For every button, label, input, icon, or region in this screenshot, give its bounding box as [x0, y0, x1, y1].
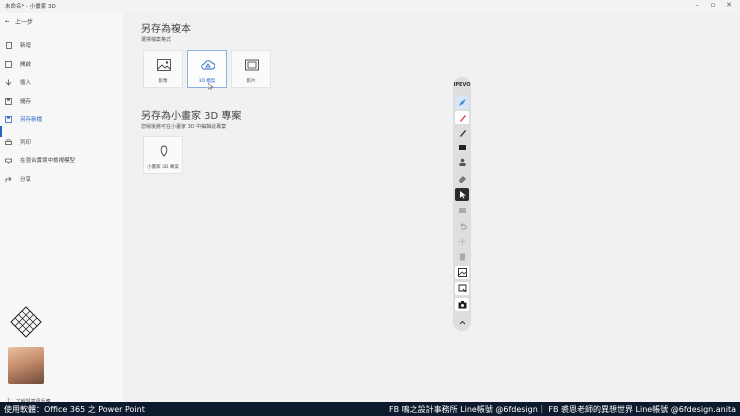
save-as-panel: 另存為複本 選擇檔案格式 影像 3D 模型 影片 另存為小畫家 3D 專案 您稍…: [123, 13, 740, 402]
sidebar-item-label: 另存新檔: [20, 117, 43, 123]
caption-ticker: 使用軟體：Office 365 之 Power Point FB 鳴之設計事務所…: [0, 402, 740, 416]
option-3d-model[interactable]: 3D 模型: [187, 50, 227, 88]
sidebar-item-label: 分享: [20, 177, 32, 183]
pen-icon[interactable]: [455, 96, 469, 109]
ticker-left-text: 使用軟體：Office 365 之 Power Point: [4, 405, 145, 414]
insert-icon: [5, 79, 12, 86]
3d-model-icon: [201, 60, 215, 70]
project-subheading: 您稍後將可在小畫家 3D 中編輯此專案: [141, 124, 227, 130]
back-label: 上一步: [15, 19, 34, 26]
snapshot-icon[interactable]: [455, 266, 469, 279]
format-subheading: 選擇檔案格式: [141, 37, 172, 43]
highlighter-icon[interactable]: [455, 111, 469, 124]
stamp-icon[interactable]: [455, 156, 469, 169]
option-label: 影片: [246, 79, 256, 84]
open-folder-icon: [5, 60, 12, 68]
option-label: 小畫家 3D 專案: [147, 165, 179, 170]
mixed-reality-icon: [5, 157, 12, 164]
option-video[interactable]: 影片: [231, 50, 271, 88]
sidebar-item-save-as[interactable]: 另存新檔: [5, 113, 42, 125]
minimize-icon[interactable]: –: [690, 1, 704, 9]
mouse-cursor-icon: [208, 83, 213, 90]
close-icon[interactable]: ✕: [722, 1, 736, 9]
toolbar-title: IPEVO: [453, 82, 471, 88]
sidebar-item-save[interactable]: 儲存: [5, 95, 31, 107]
ticker-right-text: FB 鳴之設計事務所 Line帳號 @6fdesign｜ FB 裘恩老師的異想世…: [389, 405, 736, 414]
sidebar-item-label: 儲存: [20, 99, 32, 105]
paint3d-project-icon: [160, 145, 168, 157]
redo-icon[interactable]: [455, 235, 469, 248]
sidebar-item-label: 開啟: [20, 62, 32, 68]
sidebar-item-new[interactable]: 新增: [5, 39, 31, 51]
project-heading: 另存為小畫家 3D 專案: [141, 111, 242, 122]
option-paint3d-project[interactable]: 小畫家 3D 專案: [143, 136, 183, 174]
option-image[interactable]: 影像: [143, 50, 183, 88]
marker-icon[interactable]: [455, 126, 469, 139]
sidebar-item-mixed-reality[interactable]: 在混合實境中檢視模型: [5, 154, 75, 166]
ipevo-annotation-toolbar: IPEVO: [453, 77, 471, 331]
sidebar-item-insert[interactable]: 插入: [5, 76, 31, 88]
sidebar-item-label: 插入: [20, 80, 32, 86]
pointer-icon[interactable]: [455, 188, 469, 201]
camera-icon[interactable]: [455, 298, 469, 311]
sidebar-item-print[interactable]: 列印: [5, 136, 31, 148]
arrow-left-icon: ←: [5, 18, 11, 25]
save-as-icon: [5, 115, 12, 123]
window-title: 未命名* - 小畫家 3D: [5, 4, 56, 10]
print-icon: [5, 138, 12, 146]
title-bar: 未命名* - 小畫家 3D – ▫ ✕: [0, 0, 740, 13]
presenter-avatar: [8, 347, 44, 384]
sidebar: ← 上一步 新增 開啟 插入 儲存 另存新檔 列印 在混合實境中檢視模型 分享 …: [0, 13, 123, 405]
share-icon: [5, 176, 12, 183]
capture-region-icon[interactable]: [455, 282, 469, 295]
save-icon: [5, 97, 12, 105]
sidebar-item-label: 在混合實境中檢視模型: [20, 158, 76, 164]
option-label: 影像: [158, 79, 168, 84]
new-file-icon: [5, 41, 12, 49]
option-label: 3D 模型: [198, 79, 216, 84]
page-title: 另存為複本: [141, 24, 191, 35]
sidebar-item-open[interactable]: 開啟: [5, 58, 31, 70]
sidebar-item-share[interactable]: 分享: [5, 173, 31, 185]
maximize-icon[interactable]: ▫: [706, 1, 720, 9]
sidebar-item-label: 列印: [20, 140, 32, 146]
image-icon: [157, 59, 171, 71]
rectangle-icon[interactable]: [455, 141, 469, 154]
active-indicator: [0, 126, 2, 137]
collapse-icon[interactable]: [455, 316, 469, 329]
trash-icon[interactable]: [455, 250, 469, 263]
back-button[interactable]: ← 上一步: [5, 17, 33, 26]
eraser-icon[interactable]: [455, 172, 469, 185]
diamond-logo-icon: [10, 306, 42, 338]
sidebar-item-label: 新增: [20, 43, 32, 49]
undo-icon[interactable]: [455, 220, 469, 233]
whiteboard-icon[interactable]: [455, 204, 469, 217]
video-icon: [245, 59, 259, 71]
